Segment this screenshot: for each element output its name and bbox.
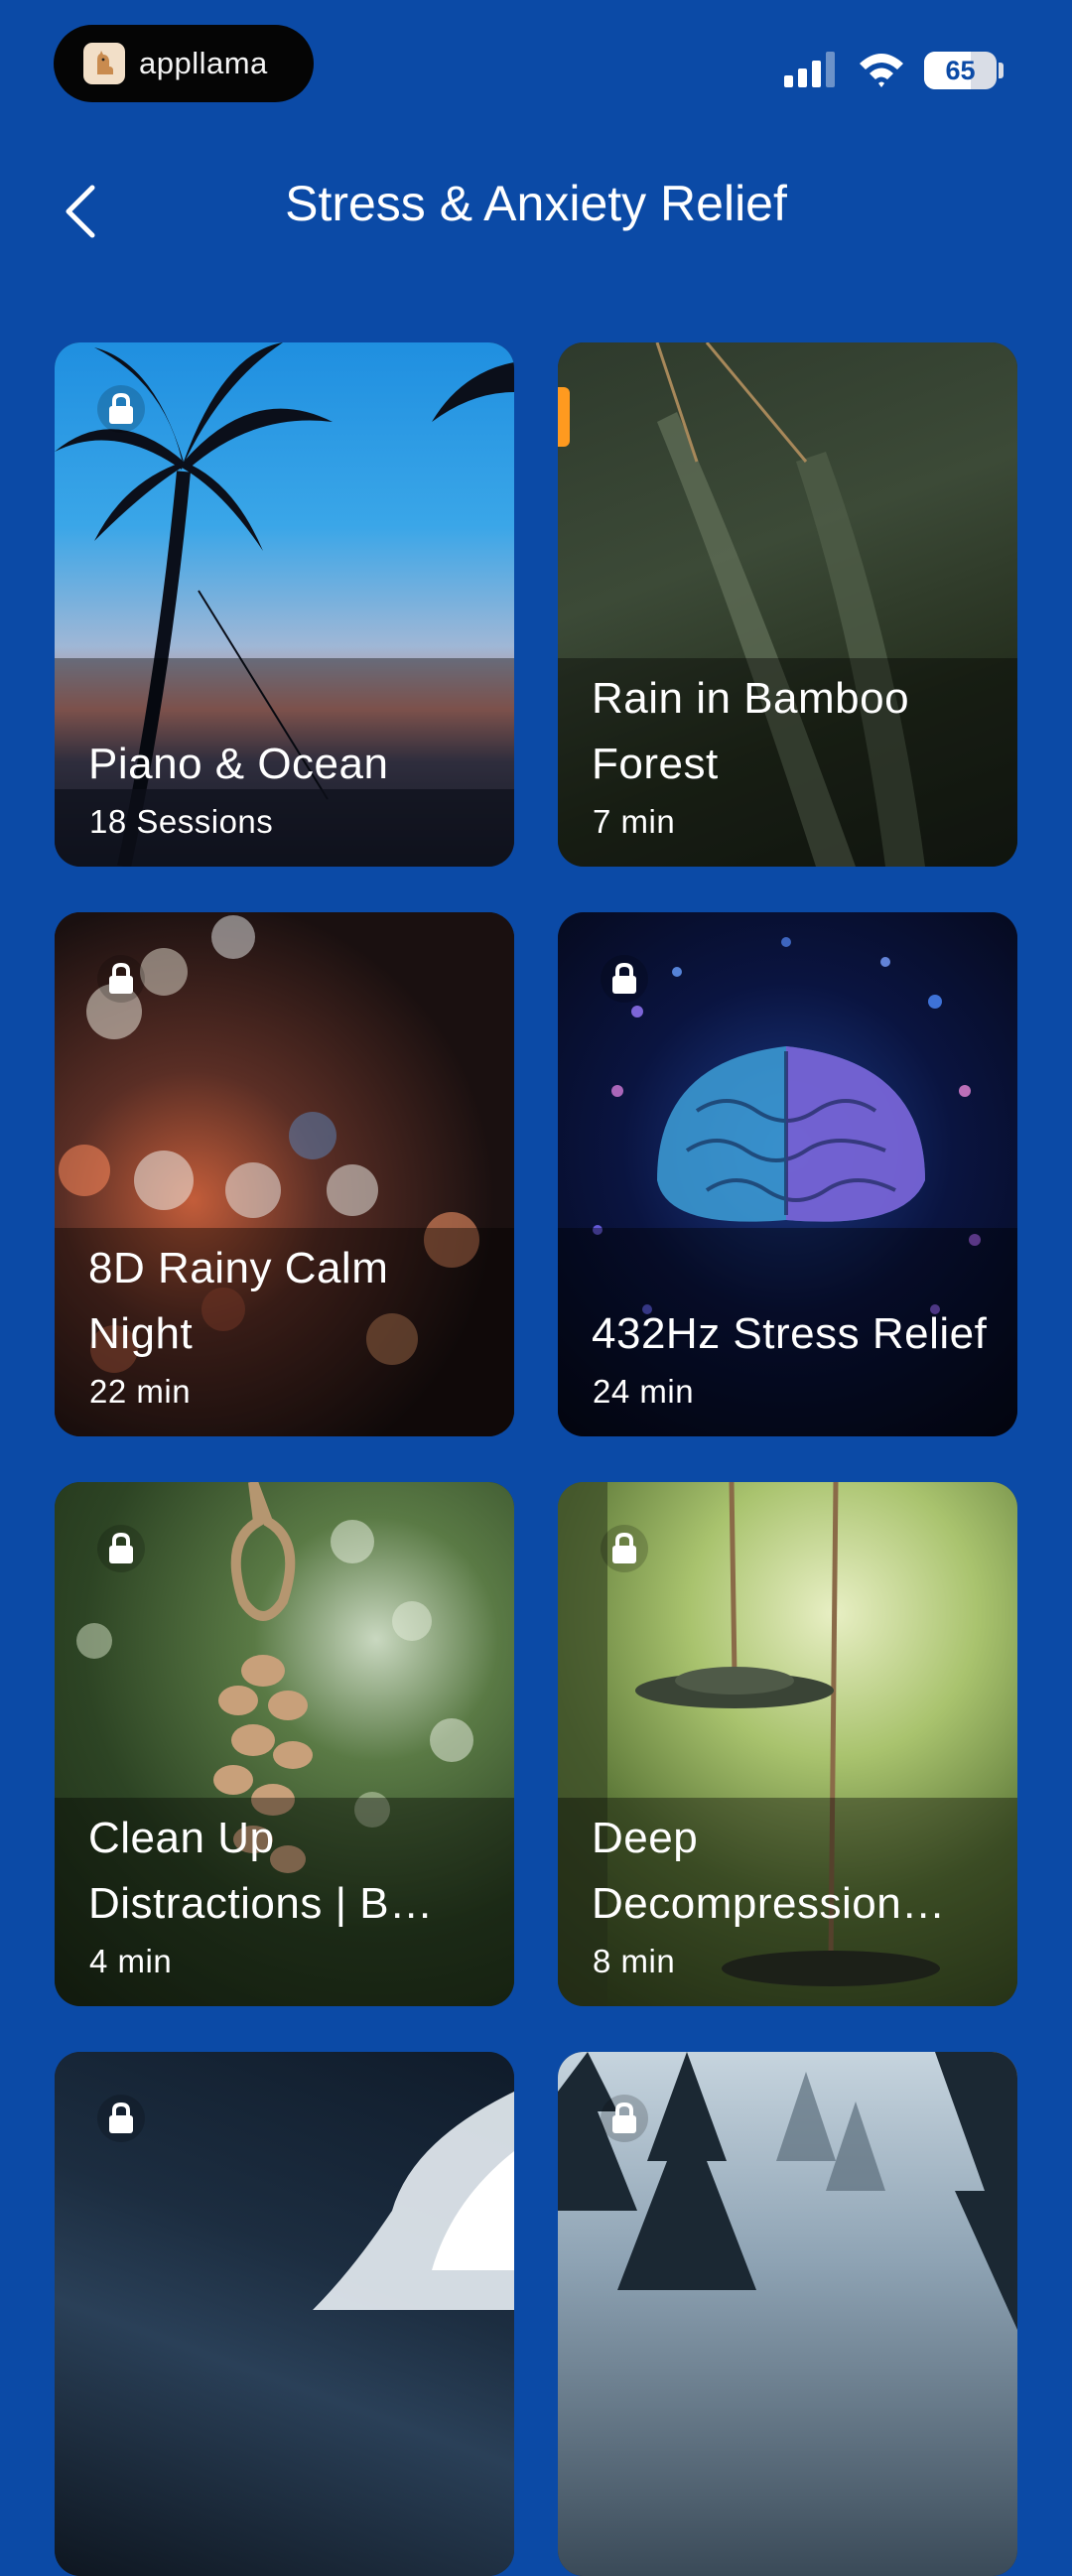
- card-duration: 8 min: [593, 1943, 676, 1979]
- page-title: Stress & Anxiety Relief: [285, 176, 787, 231]
- card-title: Piano & Ocean: [88, 740, 389, 788]
- wifi-icon: [857, 50, 906, 94]
- cellular-signal-icon: [784, 52, 838, 92]
- llama-logo-icon: [83, 43, 125, 84]
- card-duration: 18 Sessions: [89, 803, 274, 840]
- card-title: Deep Decompression…: [592, 1814, 946, 1928]
- back-button[interactable]: [46, 177, 115, 246]
- battery-tip: [999, 63, 1004, 78]
- session-card[interactable]: Clean Up Distractions | B… 4 min: [55, 1482, 514, 2006]
- session-card[interactable]: 8D Rainy Calm Night 22 min: [55, 912, 514, 1436]
- card-duration: 4 min: [89, 1943, 173, 1979]
- session-card[interactable]: Piano & Ocean 18 Sessions: [55, 342, 514, 867]
- chevron-left-icon: [66, 185, 95, 238]
- battery-level: 65: [945, 56, 976, 85]
- lock-icon: [601, 1525, 648, 1572]
- session-card[interactable]: 432Hz Stress Relief 24 min: [558, 912, 1017, 1436]
- lock-icon: [601, 955, 648, 1003]
- lock-icon: [97, 1525, 145, 1572]
- session-card[interactable]: [55, 2052, 514, 2576]
- lock-icon: [97, 955, 145, 1003]
- card-duration: 22 min: [89, 1373, 192, 1410]
- session-card[interactable]: Rain in Bamboo Forest 7 min: [558, 342, 1017, 867]
- lock-icon: [601, 2095, 648, 2142]
- session-card[interactable]: Deep Decompression… 8 min: [558, 1482, 1017, 2006]
- card-title: 8D Rainy Calm Night: [88, 1244, 389, 1358]
- brand-badge: appllama: [54, 25, 314, 102]
- lock-icon: [97, 385, 145, 433]
- card-duration: 7 min: [593, 803, 676, 840]
- card-title: Rain in Bamboo Forest: [592, 674, 910, 788]
- battery-icon: 65: [924, 52, 997, 89]
- session-card[interactable]: [558, 2052, 1017, 2576]
- card-title: Clean Up Distractions | B…: [88, 1814, 434, 1928]
- card-title: 432Hz Stress Relief: [592, 1309, 988, 1358]
- card-duration: 24 min: [593, 1373, 695, 1410]
- brand-name: appllama: [139, 46, 268, 80]
- status-bar: appllama 65: [0, 0, 1072, 119]
- lock-icon: [97, 2095, 145, 2142]
- new-badge: [558, 387, 570, 447]
